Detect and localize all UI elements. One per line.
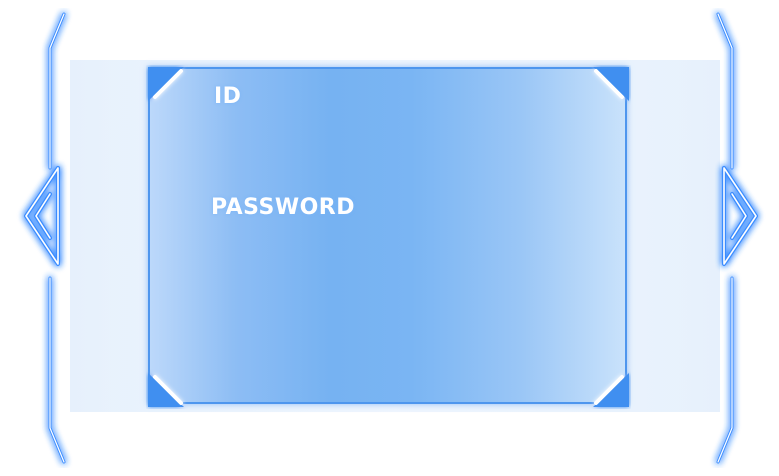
- corner-ornament-bottom-left: [148, 373, 184, 407]
- password-input[interactable]: [211, 228, 575, 270]
- id-label: ID: [214, 84, 242, 109]
- corner-ornament-top-left: [148, 67, 184, 101]
- corner-ornament-top-right: [593, 67, 629, 101]
- chevron-left-icon[interactable]: [16, 160, 66, 270]
- login-screen: ID PASSWORD: [0, 0, 779, 476]
- password-label: PASSWORD: [211, 195, 356, 220]
- id-input[interactable]: [214, 118, 578, 160]
- corner-ornament-bottom-right: [593, 373, 629, 407]
- chevron-right-icon[interactable]: [714, 160, 764, 270]
